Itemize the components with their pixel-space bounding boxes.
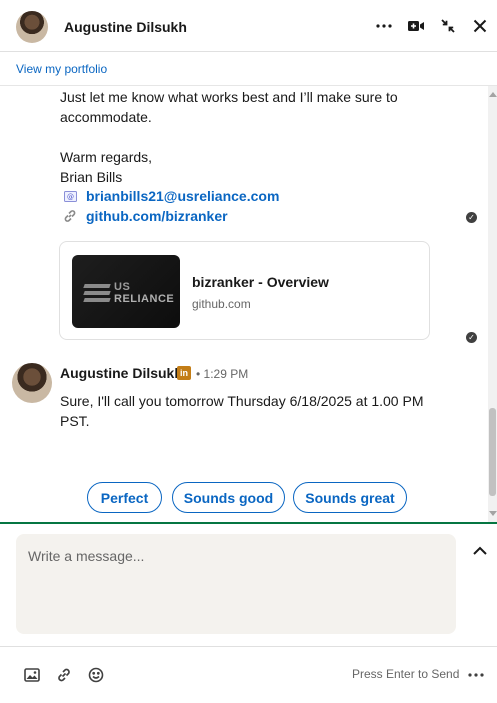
avatar[interactable] — [16, 11, 48, 43]
github-link[interactable]: github.com/bizranker — [62, 206, 228, 226]
message-input[interactable] — [16, 534, 456, 634]
view-portfolio-link[interactable]: View my portfolio — [16, 62, 107, 76]
email-text[interactable]: brianbills21@usreliance.com — [86, 186, 279, 206]
composer-footer: Press Enter to Send — [0, 646, 497, 703]
scroll-up-icon[interactable] — [489, 92, 497, 97]
quick-reply-perfect[interactable]: Perfect — [87, 482, 162, 513]
composer-divider — [0, 522, 497, 524]
message-text: Warm regards, — [60, 149, 153, 165]
linkedin-badge-icon: in — [177, 366, 191, 380]
preview-domain: github.com — [192, 297, 251, 311]
conversation-title[interactable]: Augustine Dilsukh — [64, 19, 187, 35]
sender-name[interactable]: Augustine Dilsukh — [60, 365, 183, 381]
github-text[interactable]: github.com/bizranker — [86, 206, 228, 226]
message-timestamp: • 1:29 PM — [196, 367, 249, 381]
email-link[interactable]: @ brianbills21@usreliance.com — [62, 186, 279, 206]
email-icon: @ — [62, 190, 78, 202]
thumbnail-brand-line1: US — [114, 281, 131, 293]
seen-check-icon: ✓ — [466, 212, 477, 223]
portfolio-bar: View my portfolio — [0, 52, 497, 86]
message-text: Brian Bills — [60, 169, 123, 185]
quick-reply-sounds-great[interactable]: Sounds great — [293, 482, 407, 513]
minimize-icon[interactable] — [436, 14, 460, 38]
scroll-down-icon[interactable] — [489, 511, 497, 516]
more-send-options-icon[interactable] — [466, 665, 486, 685]
thread-scrollbar[interactable] — [488, 86, 497, 522]
message-text: accommodate. — [60, 109, 152, 125]
preview-title: bizranker - Overview — [192, 274, 329, 290]
scrollbar-thumb[interactable] — [489, 408, 496, 496]
attach-file-icon[interactable] — [54, 665, 74, 685]
thumbnail-brand-line2: RELIANCE — [114, 293, 175, 305]
expand-composer-icon[interactable] — [470, 540, 490, 560]
message-text: Sure, I'll call you tomorrow Thursday 6/… — [60, 393, 424, 409]
message-thread[interactable]: Just let me know what works best and I’l… — [0, 86, 497, 522]
seen-check-icon: ✓ — [466, 332, 477, 343]
link-preview-card[interactable]: US RELIANCE bizranker - Overview github.… — [59, 241, 430, 340]
message-text: PST. — [60, 413, 90, 429]
link-icon — [62, 209, 78, 223]
more-options-icon[interactable] — [372, 14, 396, 38]
close-icon[interactable] — [468, 14, 492, 38]
avatar[interactable] — [12, 363, 52, 403]
message-text: Just let me know what works best and I’l… — [60, 89, 398, 105]
message-composer[interactable] — [16, 534, 456, 634]
video-call-icon[interactable] — [404, 14, 428, 38]
chat-header: Augustine Dilsukh — [0, 0, 497, 52]
preview-thumbnail: US RELIANCE — [72, 255, 180, 328]
attach-image-icon[interactable] — [22, 665, 42, 685]
emoji-icon[interactable] — [86, 665, 106, 685]
send-hint[interactable]: Press Enter to Send — [352, 667, 459, 681]
quick-reply-sounds-good[interactable]: Sounds good — [172, 482, 285, 513]
svg-text:@: @ — [67, 193, 74, 201]
